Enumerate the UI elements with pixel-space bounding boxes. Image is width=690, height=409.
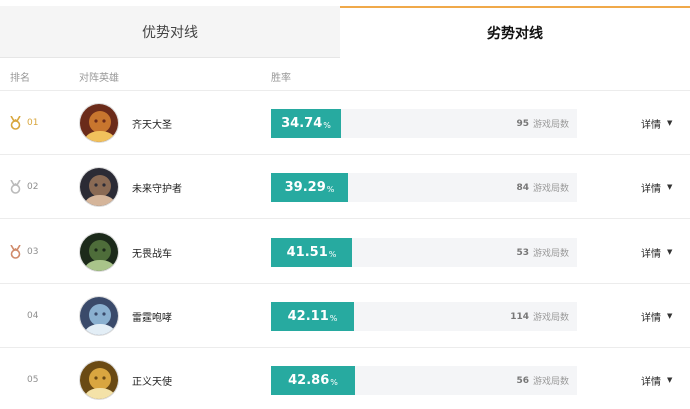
table-row: 03 无畏战车 41.51% 53 游戏局数 详情 ▼ bbox=[0, 220, 690, 284]
table-row: 01 齐天大圣 34.74% 95 游戏局数 详情 ▼ bbox=[0, 91, 690, 155]
detail-dropdown[interactable]: 详情 ▼ bbox=[641, 220, 672, 284]
detail-label: 详情 bbox=[641, 119, 661, 131]
caret-down-icon: ▼ bbox=[667, 183, 673, 191]
detail-dropdown[interactable]: 详情 ▼ bbox=[641, 91, 672, 155]
hero-name: 未来守护者 bbox=[132, 183, 182, 195]
rank-number: 03 bbox=[27, 247, 39, 257]
rank-number: 05 bbox=[27, 375, 39, 385]
winrate-unit: % bbox=[329, 313, 338, 323]
games-number: 114 bbox=[510, 311, 529, 322]
winrate-bar: 42.86% 56 游戏局数 bbox=[271, 366, 577, 395]
games-count: 84 游戏局数 bbox=[516, 173, 569, 202]
rank-cell: 01 bbox=[10, 91, 38, 155]
games-number: 56 bbox=[516, 375, 529, 386]
hero-avatar bbox=[79, 360, 119, 400]
hero-avatar bbox=[79, 103, 119, 143]
winrate-value: 41.51 bbox=[286, 245, 328, 260]
winrate-unit: % bbox=[328, 249, 337, 259]
winrate-value: 39.29 bbox=[284, 180, 326, 195]
winrate-value: 34.74 bbox=[281, 116, 323, 131]
detail-label: 详情 bbox=[641, 312, 661, 324]
games-number: 84 bbox=[516, 182, 529, 193]
games-number: 53 bbox=[516, 247, 529, 258]
rank-number: 02 bbox=[27, 182, 39, 192]
games-label: 游戏局数 bbox=[532, 184, 569, 194]
detail-label: 详情 bbox=[641, 248, 661, 260]
winrate-bar-fill: 41.51% bbox=[271, 238, 352, 267]
header-winrate: 胜率 bbox=[271, 73, 291, 84]
winrate-unit: % bbox=[326, 184, 335, 194]
table-row: 05 正义天使 42.86% 56 游戏局数 详情 ▼ bbox=[0, 348, 690, 409]
winrate-bar-fill: 34.74% bbox=[271, 109, 341, 138]
lane-tabs: 优势对线 劣势对线 bbox=[0, 0, 690, 58]
games-count: 114 游戏局数 bbox=[510, 302, 569, 331]
caret-down-icon: ▼ bbox=[667, 312, 673, 320]
hero-name: 无畏战车 bbox=[132, 248, 172, 260]
tab-disadvantage-lane[interactable]: 劣势对线 bbox=[340, 6, 690, 58]
hero-avatar bbox=[79, 232, 119, 272]
winrate-unit: % bbox=[330, 377, 338, 387]
winrate-bar: 34.74% 95 游戏局数 bbox=[271, 109, 577, 138]
rank-number: 01 bbox=[27, 118, 39, 128]
hero-name: 正义天使 bbox=[132, 376, 172, 388]
games-number: 95 bbox=[516, 118, 529, 129]
games-label: 游戏局数 bbox=[532, 249, 569, 259]
hero-name: 雷霆咆哮 bbox=[132, 312, 172, 324]
games-label: 游戏局数 bbox=[532, 120, 569, 130]
winrate-unit: % bbox=[323, 120, 331, 130]
caret-down-icon: ▼ bbox=[667, 248, 673, 256]
header-rank: 排名 bbox=[10, 73, 30, 84]
rank-cell: 02 bbox=[10, 155, 38, 219]
winrate-bar: 42.11% 114 游戏局数 bbox=[271, 302, 577, 331]
header-hero: 对阵英雄 bbox=[79, 73, 119, 84]
rank-cell: 04 bbox=[10, 284, 38, 348]
rank-cell: 05 bbox=[10, 348, 38, 409]
hero-name: 齐天大圣 bbox=[132, 119, 172, 131]
hero-avatar bbox=[79, 296, 119, 336]
rank-number: 04 bbox=[27, 311, 39, 321]
rank-cell: 03 bbox=[10, 220, 38, 284]
silver-medal-icon bbox=[10, 179, 21, 194]
detail-dropdown[interactable]: 详情 ▼ bbox=[641, 155, 672, 219]
table-row: 02 未来守护者 39.29% 84 游戏局数 详情 ▼ bbox=[0, 155, 690, 219]
winrate-bar: 41.51% 53 游戏局数 bbox=[271, 238, 577, 267]
detail-label: 详情 bbox=[641, 376, 661, 388]
bronze-medal-icon bbox=[10, 244, 21, 259]
winrate-bar: 39.29% 84 游戏局数 bbox=[271, 173, 577, 202]
hero-avatar bbox=[79, 167, 119, 207]
games-count: 53 游戏局数 bbox=[516, 238, 569, 267]
gold-medal-icon bbox=[10, 115, 21, 130]
caret-down-icon: ▼ bbox=[667, 376, 673, 384]
detail-dropdown[interactable]: 详情 ▼ bbox=[641, 284, 672, 348]
games-count: 95 游戏局数 bbox=[516, 109, 569, 138]
table-header: 排名 对阵英雄 胜率 bbox=[0, 58, 690, 91]
table-row: 04 雷霆咆哮 42.11% 114 游戏局数 详情 ▼ bbox=[0, 284, 690, 348]
caret-down-icon: ▼ bbox=[667, 119, 673, 127]
winrate-value: 42.86 bbox=[288, 373, 330, 388]
games-label: 游戏局数 bbox=[532, 313, 569, 323]
tab-advantage-lane[interactable]: 优势对线 bbox=[0, 6, 340, 58]
detail-dropdown[interactable]: 详情 ▼ bbox=[641, 348, 672, 409]
winrate-value: 42.11 bbox=[287, 309, 329, 324]
winrate-bar-fill: 42.11% bbox=[271, 302, 354, 331]
winrate-bar-fill: 39.29% bbox=[271, 173, 348, 202]
detail-label: 详情 bbox=[641, 183, 661, 195]
games-label: 游戏局数 bbox=[532, 377, 569, 387]
games-count: 56 游戏局数 bbox=[516, 366, 569, 395]
winrate-bar-fill: 42.86% bbox=[271, 366, 355, 395]
